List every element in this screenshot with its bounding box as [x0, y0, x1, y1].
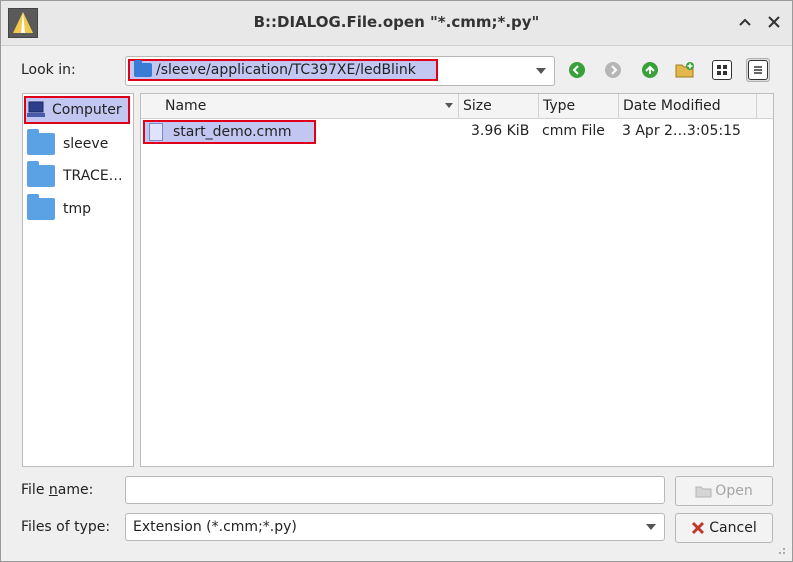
close-icon	[768, 16, 780, 28]
column-label: Size	[463, 98, 492, 114]
column-date-modified[interactable]: Date Modified	[619, 94, 757, 118]
back-button[interactable]	[565, 58, 589, 82]
file-name-cell: start_demo.cmm	[143, 120, 316, 144]
dropdown-arrow-icon[interactable]	[536, 68, 546, 74]
open-label: Open	[715, 483, 753, 499]
window-title: B::DIALOG.File.open "*.cmm;*.py"	[253, 13, 540, 31]
sort-arrow-icon	[445, 103, 453, 108]
column-label: Date Modified	[623, 98, 721, 114]
label-part: File	[21, 482, 49, 498]
file-type-value: Extension (*.cmm;*.py)	[133, 519, 297, 535]
folder-icon	[27, 129, 55, 155]
column-header: Name Size Type Date Modified	[141, 94, 773, 119]
sidebar-item-label: Computer	[52, 102, 122, 118]
file-name: start_demo.cmm	[173, 124, 292, 140]
sidebar-item-label: tmp	[63, 201, 92, 217]
sidebar-item-label: TRACE…	[63, 168, 123, 184]
sidebar-splitter[interactable]	[135, 93, 138, 465]
detail-view-button[interactable]	[746, 58, 770, 82]
cancel-button[interactable]: Cancel	[675, 513, 773, 543]
open-button[interactable]: Open	[675, 476, 773, 506]
file-size: 3.96 KiB	[471, 123, 530, 139]
computer-icon	[27, 101, 45, 117]
look-in-label: Look in:	[21, 62, 76, 78]
cancel-x-icon	[692, 521, 705, 535]
forward-icon	[605, 62, 621, 78]
file-list: Name Size Type Date Modified start_demo.…	[140, 93, 774, 467]
look-in-combobox[interactable]: /sleeve/application/TC397XE/ledBlink	[125, 56, 555, 86]
title-bar: B::DIALOG.File.open "*.cmm;*.py"	[1, 1, 792, 46]
minimize-button[interactable]	[734, 11, 756, 33]
forward-button[interactable]	[601, 58, 625, 82]
list-view-button[interactable]	[710, 58, 734, 82]
column-size[interactable]: Size	[459, 94, 539, 118]
new-folder-button[interactable]	[673, 58, 697, 82]
up-icon	[642, 62, 658, 78]
file-icon	[149, 123, 163, 141]
open-folder-icon	[695, 486, 712, 498]
chevron-up-icon	[739, 18, 751, 26]
sidebar-item-computer[interactable]: Computer	[24, 96, 130, 124]
column-type[interactable]: Type	[539, 94, 619, 118]
table-row[interactable]: start_demo.cmm 3.96 KiB cmm File 3 Apr 2…	[141, 119, 773, 144]
folder-icon	[134, 60, 152, 77]
sidebar-item-tmp[interactable]: tmp	[27, 194, 91, 224]
column-name[interactable]: Name	[141, 94, 459, 118]
cancel-label: Cancel	[709, 520, 757, 536]
current-path: /sleeve/application/TC397XE/ledBlink	[128, 59, 438, 81]
dropdown-arrow-icon	[646, 524, 656, 530]
back-icon	[569, 62, 585, 78]
file-open-dialog: B::DIALOG.File.open "*.cmm;*.py" Look in…	[0, 0, 793, 562]
path-text: /sleeve/application/TC397XE/ledBlink	[156, 62, 416, 78]
new-folder-icon	[675, 62, 694, 78]
places-sidebar: Computer sleeve TRACE… tmp	[22, 93, 134, 467]
file-name-label: File name:	[21, 482, 93, 498]
file-name-input[interactable]	[125, 476, 665, 504]
close-button[interactable]	[763, 11, 785, 33]
label-part: ame:	[57, 482, 94, 498]
label-mnemonic: n	[48, 482, 58, 498]
column-label: Name	[165, 98, 207, 114]
file-date: 3 Apr 2…3:05:15	[622, 123, 741, 139]
folder-icon	[27, 161, 55, 187]
sidebar-item-sleeve[interactable]: sleeve	[27, 129, 108, 159]
file-type-label: Files of type:	[21, 519, 111, 535]
file-type-combobox[interactable]: Extension (*.cmm;*.py)	[125, 513, 665, 541]
column-label: Type	[543, 98, 576, 114]
sidebar-item-trace[interactable]: TRACE…	[27, 161, 123, 191]
folder-icon	[27, 194, 55, 220]
file-type: cmm File	[542, 123, 605, 139]
detail-view-icon	[748, 60, 768, 80]
list-view-icon	[712, 60, 732, 80]
sidebar-item-label: sleeve	[63, 136, 109, 152]
up-button[interactable]	[638, 58, 662, 82]
resize-grip-icon[interactable]	[776, 545, 786, 555]
